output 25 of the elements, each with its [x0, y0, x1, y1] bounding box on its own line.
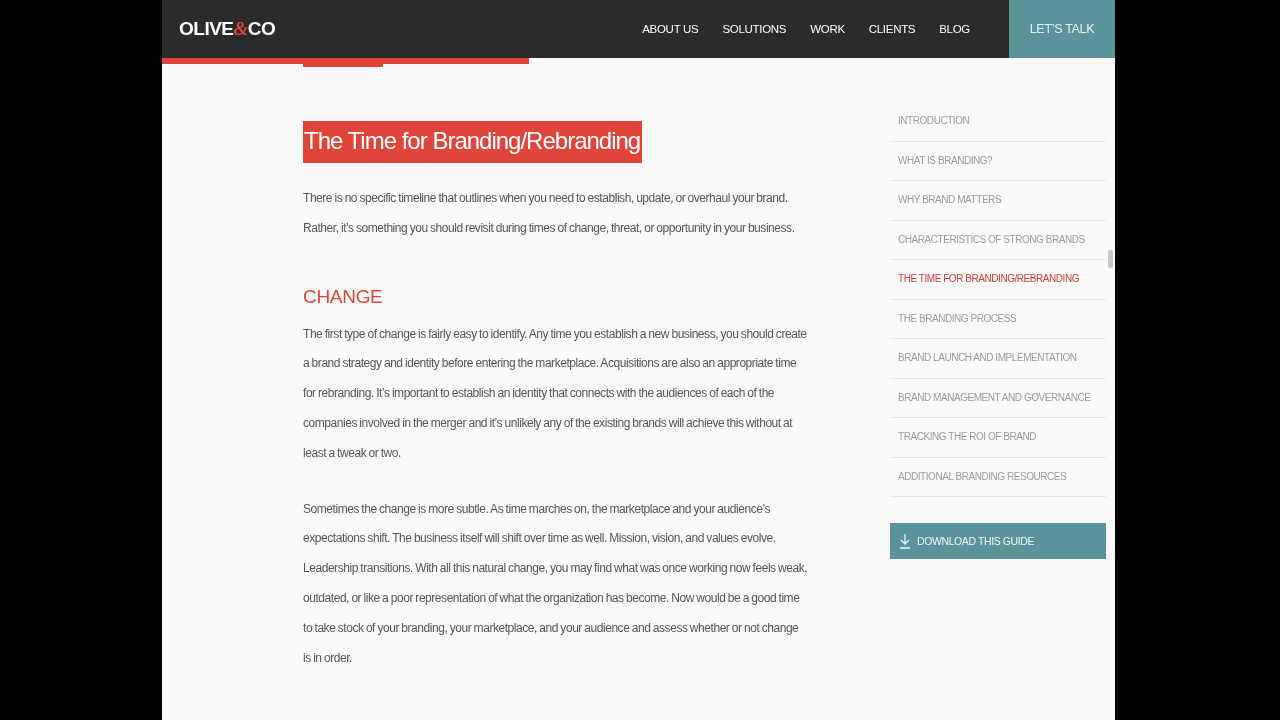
nav-link[interactable]: SOLUTIONS	[722, 23, 787, 35]
nav-link[interactable]: ABOUT US	[642, 23, 699, 35]
toc-link[interactable]: THE BRANDING PROCESS	[890, 299, 1106, 339]
paragraph: Sometimes the change is more subtle. As time marches on, the marketplace and your audience’s expectations shift. The business itself will shift over time as well. Mission, vision, and values evolve. Leadership transitions. With all this natural change, you may find what was once working now feels weak, outdated, or like a poor representation of what the organization has become. Now would be a good time to take stock of your branding, your marketplace, and your audience and assess whether or not change is in order.	[303, 500, 808, 667]
toc-link[interactable]: BRAND MANAGEMENT AND GOVERNANCE	[890, 378, 1106, 418]
contact-button[interactable]: LET’S TALK	[1009, 0, 1115, 58]
toc-link[interactable]: WHAT IS BRANDING?	[890, 141, 1106, 181]
toc-link[interactable]: TRACKING THE ROI OF BRAND	[890, 418, 1106, 458]
toc-link[interactable]: WHY BRAND MATTERS	[890, 181, 1106, 221]
toc-link[interactable]: INTRODUCTION	[890, 102, 1106, 142]
logo[interactable]: OLIVE&CO	[179, 18, 276, 40]
nav-link[interactable]: WORK	[810, 23, 845, 35]
toc-link[interactable]: BRAND LAUNCH AND IMPLEMENTATION	[890, 339, 1106, 379]
scrollbar-thumb[interactable]	[1108, 250, 1113, 268]
section-heading: CHANGE	[303, 285, 384, 308]
paragraph: The first type of change is fairly easy to identify. Any time you establish a new business, you should create a brand strategy and identity before entering the marketplace. Acquisitions are also an appropriate time for rebranding. It’s important to establish an identity that connects with the audiences of each of the companies involved in the merger and it’s unlikely any of the existing brands will achieve this without at least a tweak or two.	[303, 325, 808, 462]
toc-link[interactable]: ADDITIONAL BRANDING RESOURCES	[890, 457, 1106, 497]
download-button[interactable]: DOWNLOAD THIS GUIDE	[890, 523, 1106, 559]
download-icon	[899, 533, 911, 549]
article-title: The Time for Branding/Rebranding	[303, 121, 643, 163]
toc-link[interactable]: CHARACTERISTICS OF STRONG BRANDS	[890, 220, 1106, 260]
paragraph: There is no specific timeline that outlines when you need to establish, update, or overhaul your brand. Rather, it’s something you should revisit during times of change, threat, or opportunity in your business.	[303, 190, 796, 237]
nav-link[interactable]: BLOG	[939, 23, 970, 35]
nav-link[interactable]: CLIENTS	[868, 23, 916, 35]
toc-link[interactable]: THE TIME FOR BRANDING/REBRANDING	[890, 260, 1106, 300]
